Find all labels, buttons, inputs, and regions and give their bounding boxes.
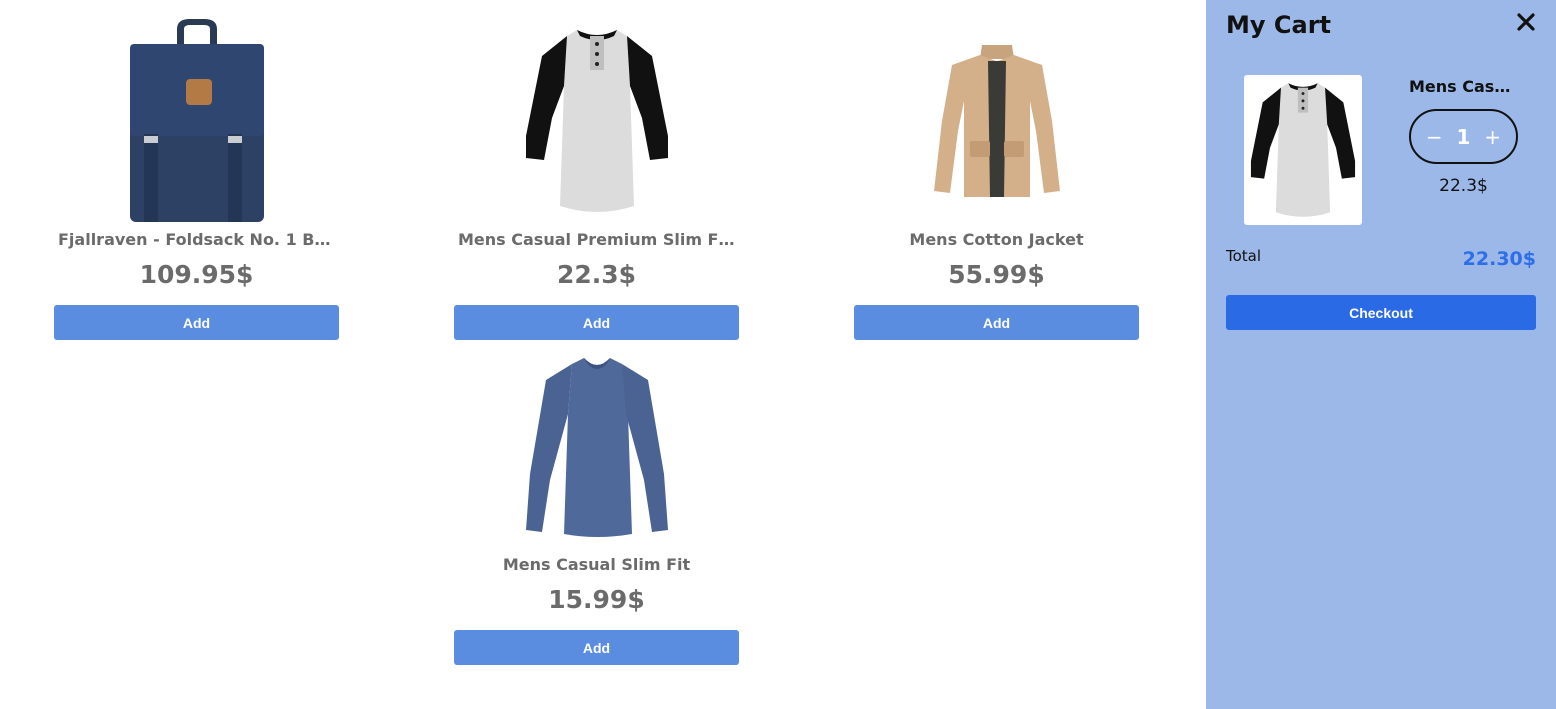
backpack-image: [54, 16, 339, 226]
long-sleeve-shirt-image: [454, 341, 739, 551]
cart-item-price: 22.3$: [1439, 176, 1488, 196]
product-title: Mens Casual Premium Slim Fit ...: [458, 230, 739, 249]
close-icon[interactable]: [1514, 10, 1538, 34]
product-price: 22.3$: [556, 260, 637, 289]
product-card: Mens Casual Premium Slim Fit ... 22.3$ A…: [454, 16, 739, 340]
cart-title: My Cart: [1226, 11, 1331, 39]
product-price: 55.99$: [948, 260, 1045, 289]
product-card: Mens Casual Slim Fit 15.99$ Add: [454, 341, 739, 665]
product-title: Fjallraven - Foldsack No. 1 Back...: [58, 230, 339, 249]
product-title: Mens Cotton Jacket: [909, 230, 1084, 249]
product-grid: Fjallraven - Foldsack No. 1 Back... 109.…: [0, 0, 1206, 709]
product-title: Mens Casual Slim Fit: [502, 555, 691, 574]
add-to-cart-button[interactable]: Add: [454, 630, 739, 665]
cart-item-name: Mens Casu...: [1409, 77, 1519, 96]
product-price: 15.99$: [548, 585, 645, 614]
cart-panel: My Cart Mens Casu... − 1 + 22.3$ Total 2…: [1206, 0, 1556, 709]
product-card: Fjallraven - Foldsack No. 1 Back... 109.…: [54, 16, 339, 340]
add-to-cart-button[interactable]: Add: [54, 305, 339, 340]
cart-item-image: [1244, 75, 1362, 225]
total-label: Total: [1226, 247, 1262, 265]
product-price: 109.95$: [139, 260, 254, 289]
raglan-tshirt-image: [454, 16, 739, 226]
add-to-cart-button[interactable]: Add: [854, 305, 1139, 340]
add-to-cart-button[interactable]: Add: [454, 305, 739, 340]
total-value: 22.30$: [1462, 248, 1536, 270]
checkout-button[interactable]: Checkout: [1226, 295, 1536, 330]
jacket-image: [854, 16, 1139, 226]
increase-quantity-button[interactable]: +: [1484, 125, 1501, 149]
product-card: Mens Cotton Jacket 55.99$ Add: [854, 16, 1139, 340]
decrease-quantity-button[interactable]: −: [1426, 125, 1443, 149]
quantity-stepper: − 1 +: [1409, 109, 1518, 164]
quantity-value: 1: [1456, 124, 1471, 149]
